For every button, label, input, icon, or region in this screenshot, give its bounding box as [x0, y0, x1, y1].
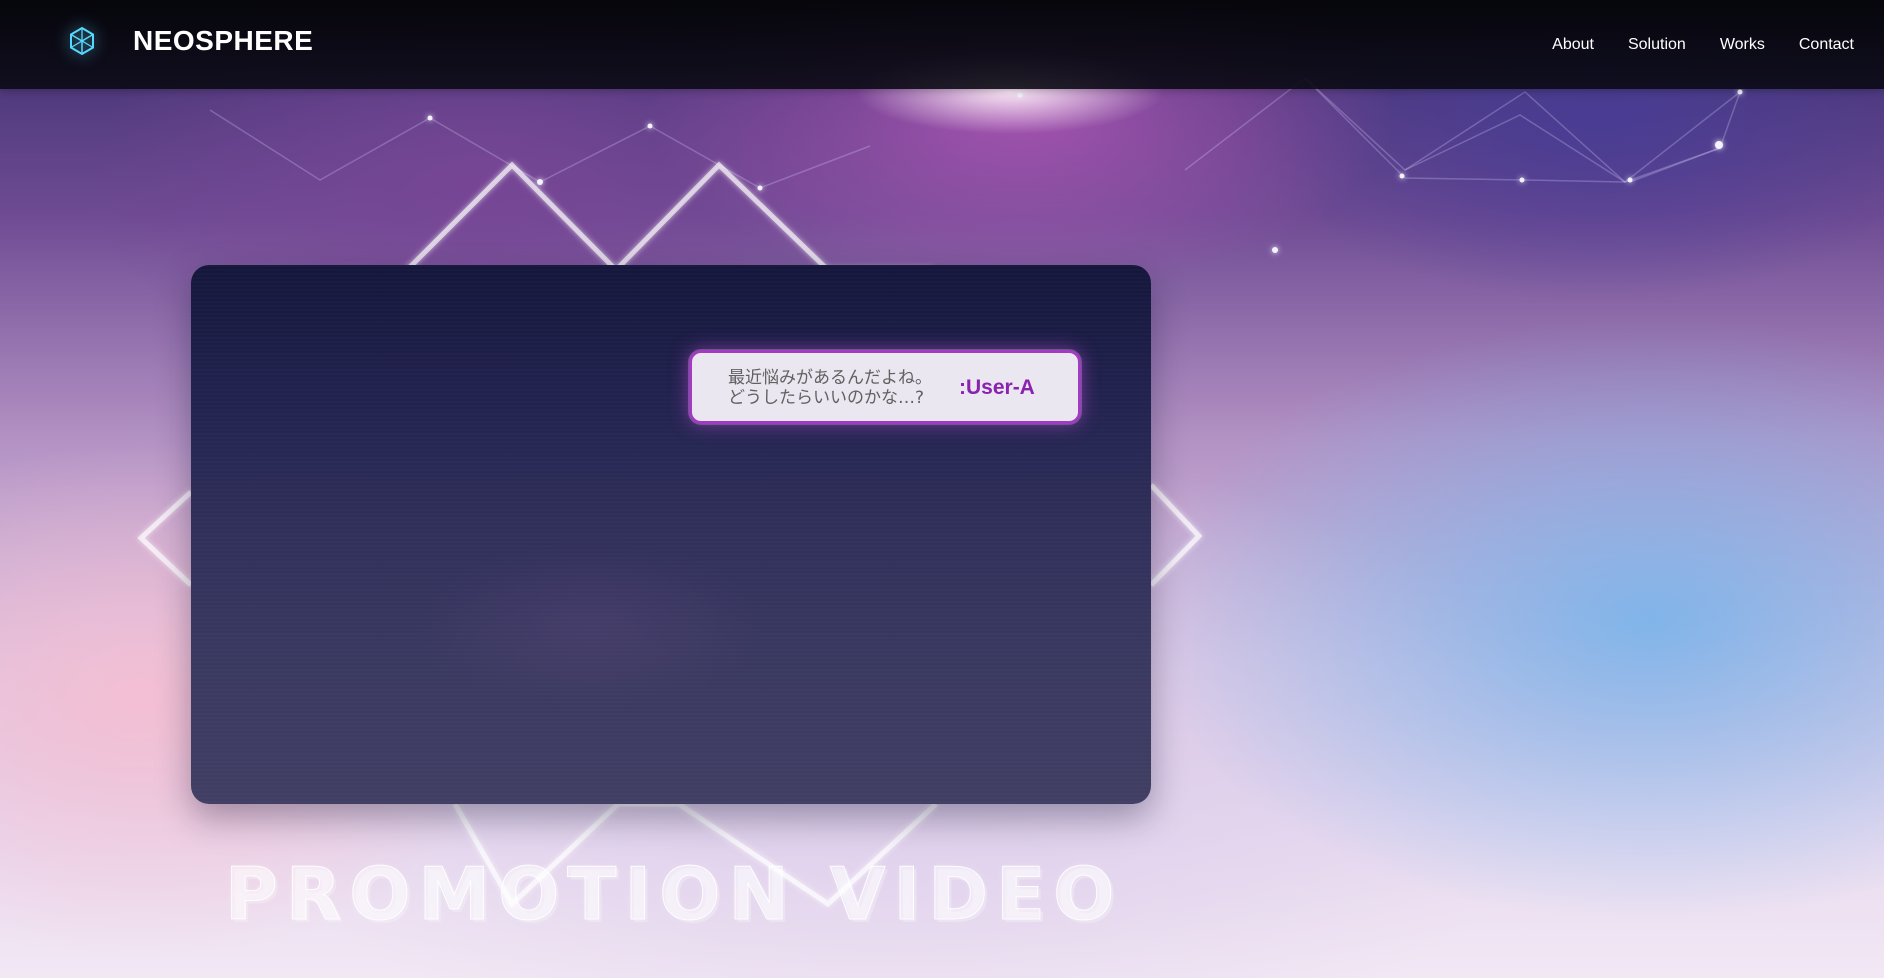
nav-link-about[interactable]: About [1552, 36, 1594, 53]
promotion-video-title: PROMOTION VIDEO [224, 852, 1123, 937]
chat-bubble-text: 最近悩みがあるんだよね。 どうしたらいいのかな…? [728, 368, 932, 408]
nav-link-solution[interactable]: Solution [1628, 36, 1686, 53]
chat-bubble: 最近悩みがあるんだよね。 どうしたらいいのかな…? :User-A [689, 350, 1081, 424]
cube-network-icon [64, 23, 100, 59]
promotion-video-player[interactable] [191, 265, 1151, 804]
nav-link-contact[interactable]: Contact [1799, 36, 1854, 53]
top-navbar: NEOSPHERE About Solution Works Contact [0, 0, 1884, 89]
chat-user-label: :User-A [959, 376, 1035, 399]
primary-navigation: About Solution Works Contact [1552, 0, 1854, 89]
nav-link-works[interactable]: Works [1720, 36, 1765, 53]
brand[interactable]: NEOSPHERE [64, 21, 313, 61]
brand-name: NEOSPHERE [133, 25, 314, 56]
